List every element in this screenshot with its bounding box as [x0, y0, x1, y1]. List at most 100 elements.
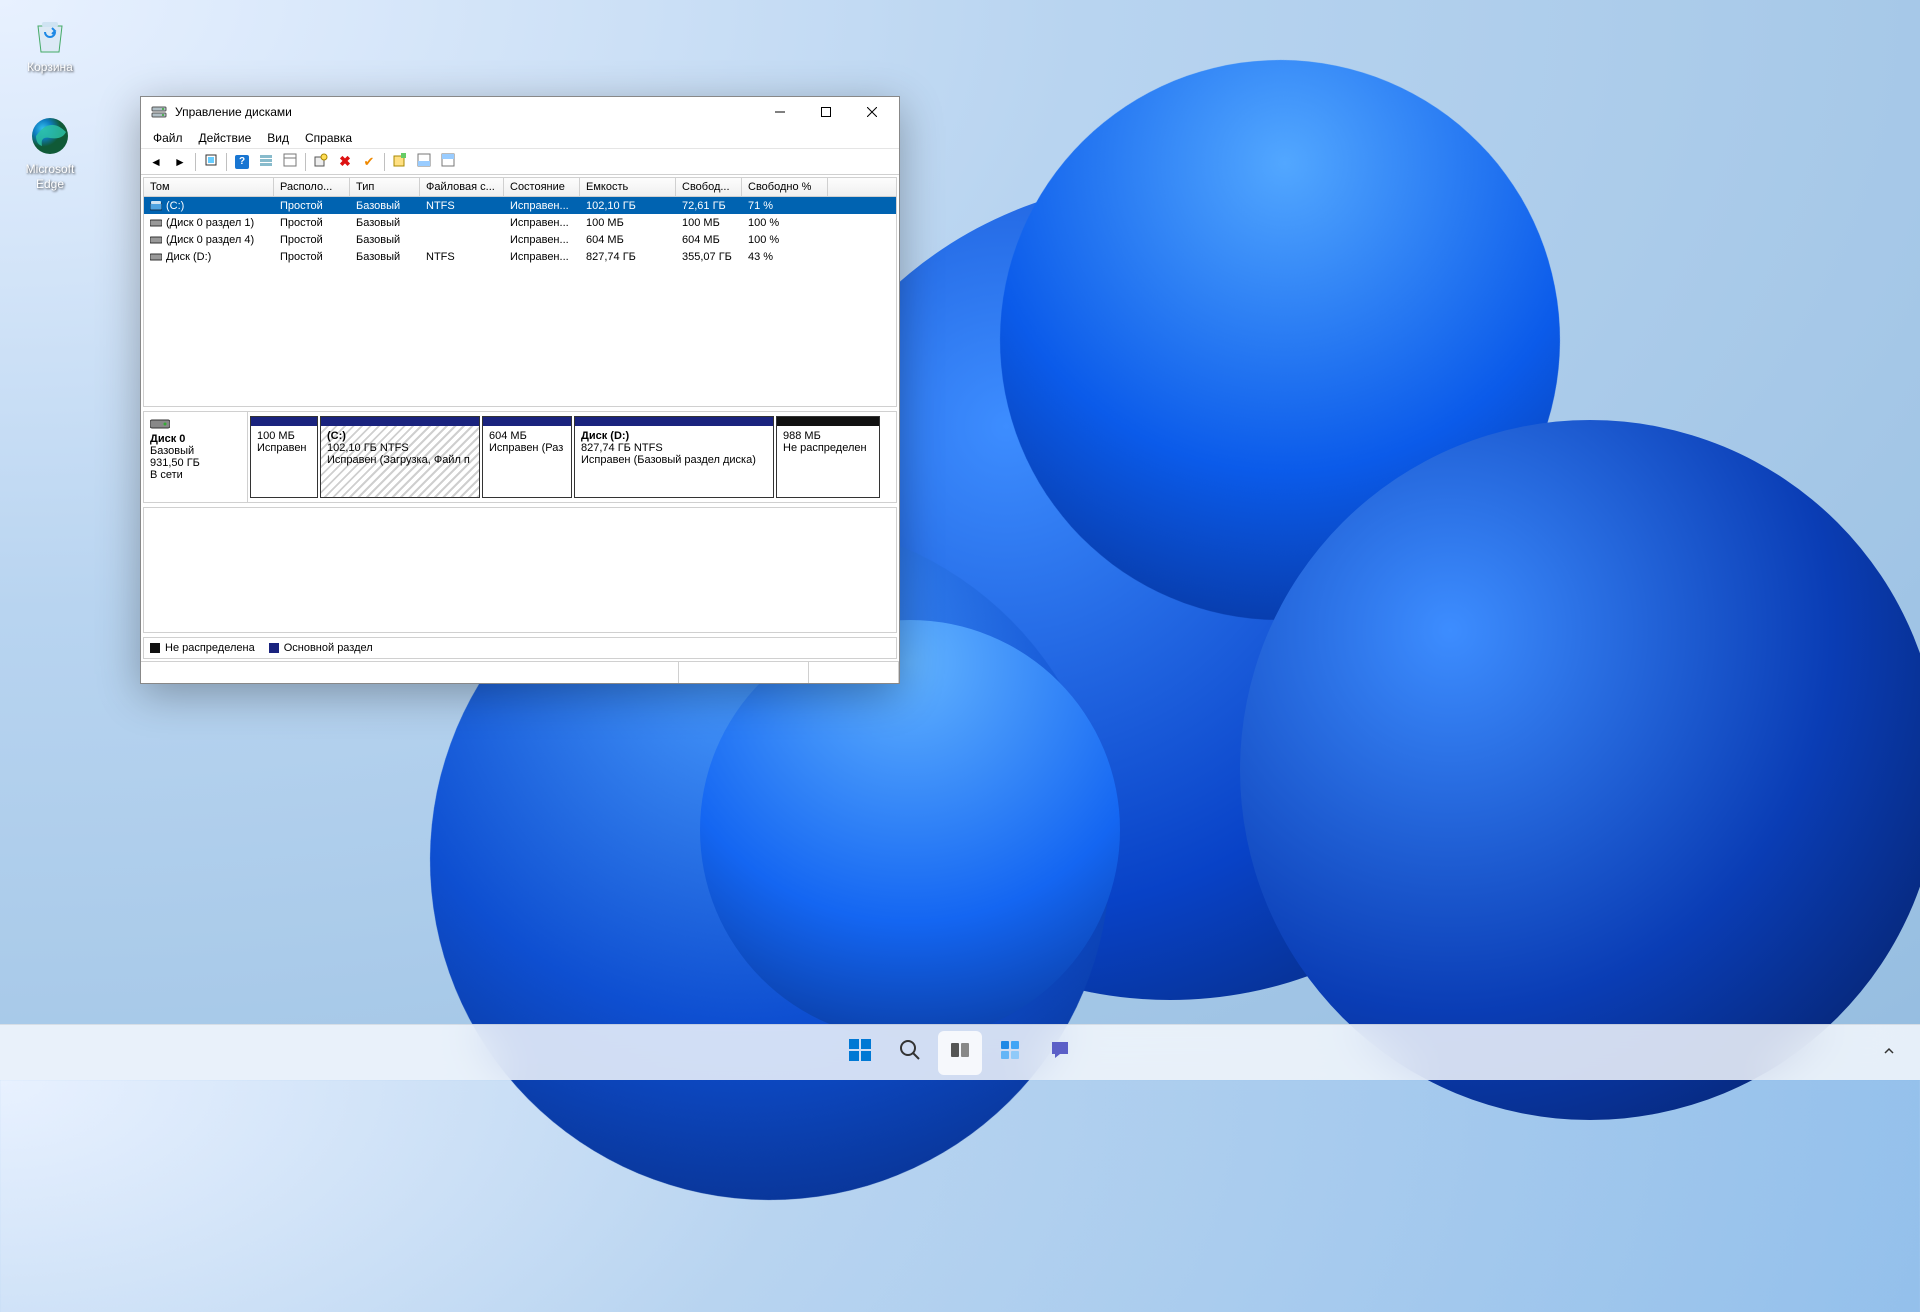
- taskbar-tray: [1872, 1036, 1906, 1070]
- disk-hdd-icon: [150, 418, 241, 433]
- check-icon: ✔: [364, 154, 375, 170]
- tray-overflow-button[interactable]: [1872, 1036, 1906, 1070]
- legend: Не распределена Основной раздел: [143, 637, 897, 659]
- windows-start-icon: [847, 1037, 873, 1068]
- toolbar-separator: [305, 153, 306, 171]
- partition-cap: [483, 417, 571, 426]
- volume-list[interactable]: Том Располо... Тип Файловая с... Состоян…: [143, 177, 897, 407]
- empty-panel: [143, 507, 897, 633]
- column-capacity[interactable]: Емкость: [580, 178, 676, 196]
- column-fs[interactable]: Файловая с...: [420, 178, 504, 196]
- partition-info: 604 МБИсправен (Раз: [483, 426, 571, 497]
- toolbar-check-button[interactable]: ✔: [358, 151, 380, 173]
- disk-size: 931,50 ГБ: [150, 457, 241, 469]
- volume-icon: [150, 252, 162, 262]
- menu-view[interactable]: Вид: [259, 129, 297, 147]
- legend-label: Не распределена: [165, 642, 255, 654]
- menu-action[interactable]: Действие: [191, 129, 260, 147]
- taskbar-start-button[interactable]: [838, 1031, 882, 1075]
- desktop-icons: Корзина Microsoft Edge: [10, 12, 90, 191]
- column-freepct[interactable]: Свободно %: [742, 178, 828, 196]
- partition-info: (C:)102,10 ГБ NTFSИсправен (Загрузка, Фа…: [321, 426, 479, 497]
- partition-info: Диск (D:)827,74 ГБ NTFSИсправен (Базовый…: [575, 426, 773, 497]
- toolbar: ◄ ► ? ✖ ✔: [141, 149, 899, 175]
- partition-cap: [575, 417, 773, 426]
- disk-name: Диск 0: [150, 433, 241, 445]
- toolbar-refresh-button[interactable]: [200, 151, 222, 173]
- chevron-up-icon: [1883, 1044, 1895, 1062]
- partition-cap: [777, 417, 879, 426]
- partition-box[interactable]: 100 МБИсправен: [250, 416, 318, 498]
- volume-icon: [150, 235, 162, 245]
- volume-list-body: (C:)ПростойБазовыйNTFSИсправен...102,10 …: [144, 197, 896, 265]
- desktop-icon-label: Microsoft Edge: [10, 162, 90, 191]
- partition-box[interactable]: 604 МБИсправен (Раз: [482, 416, 572, 498]
- task-view-icon: [948, 1038, 972, 1067]
- partition-box[interactable]: Диск (D:)827,74 ГБ NTFSИсправен (Базовый…: [574, 416, 774, 498]
- volume-row[interactable]: Диск (D:)ПростойБазовыйNTFSИсправен...82…: [144, 248, 896, 265]
- toolbar-topview-button[interactable]: [437, 151, 459, 173]
- edge-icon: [28, 114, 72, 158]
- list-icon: [259, 153, 273, 170]
- volume-row[interactable]: (Диск 0 раздел 4)ПростойБазовыйИсправен.…: [144, 231, 896, 248]
- disk-management-window: Управление дисками Файл Действие Вид Спр…: [140, 96, 900, 684]
- disk-info-panel: Диск 0 Базовый 931,50 ГБ В сети: [144, 412, 248, 502]
- desktop-icon-label: Корзина: [27, 60, 73, 74]
- partition-box[interactable]: (C:)102,10 ГБ NTFSИсправен (Загрузка, Фа…: [320, 416, 480, 498]
- taskbar-widgets-button[interactable]: [988, 1031, 1032, 1075]
- column-volume[interactable]: Том: [144, 178, 274, 196]
- volume-list-header: Том Располо... Тип Файловая с... Состоян…: [144, 178, 896, 197]
- taskbar-search-button[interactable]: [888, 1031, 932, 1075]
- top-view-icon: [441, 153, 455, 170]
- volume-row[interactable]: (Диск 0 раздел 1)ПростойБазовыйИсправен.…: [144, 214, 896, 231]
- toolbar-bottomview-button[interactable]: [413, 151, 435, 173]
- partition-cap: [321, 417, 479, 426]
- column-free[interactable]: Свобод...: [676, 178, 742, 196]
- toolbar-forward-button[interactable]: ►: [169, 151, 191, 173]
- window-minimize-button[interactable]: [757, 97, 803, 127]
- legend-unallocated: Не распределена: [150, 642, 255, 654]
- window-close-button[interactable]: [849, 97, 895, 127]
- taskbar-taskview-button[interactable]: [938, 1031, 982, 1075]
- toolbar-delete-button[interactable]: ✖: [334, 151, 356, 173]
- toolbar-separator: [226, 153, 227, 171]
- legend-label: Основной раздел: [284, 642, 373, 654]
- desktop-icon-recycle-bin[interactable]: Корзина: [10, 12, 90, 74]
- column-status[interactable]: Состояние: [504, 178, 580, 196]
- bottom-view-icon: [417, 153, 431, 170]
- toolbar-help-button[interactable]: ?: [231, 151, 253, 173]
- window-title: Управление дисками: [175, 105, 757, 119]
- arrow-left-icon: ◄: [150, 155, 162, 169]
- column-layout[interactable]: Располо...: [274, 178, 350, 196]
- toolbar-list-button[interactable]: [255, 151, 277, 173]
- partition-info: 100 МБИсправен: [251, 426, 317, 497]
- desktop-icon-edge[interactable]: Microsoft Edge: [10, 114, 90, 191]
- disk-graph[interactable]: Диск 0 Базовый 931,50 ГБ В сети 100 МБИс…: [143, 411, 897, 503]
- volume-row[interactable]: (C:)ПростойБазовыйNTFSИсправен...102,10 …: [144, 197, 896, 214]
- taskbar-chat-button[interactable]: [1038, 1031, 1082, 1075]
- window-maximize-button[interactable]: [803, 97, 849, 127]
- taskbar: [0, 1024, 1920, 1080]
- menu-help[interactable]: Справка: [297, 129, 360, 147]
- disk-partitions: 100 МБИсправен(C:)102,10 ГБ NTFSИсправен…: [248, 412, 896, 502]
- toolbar-separator: [195, 153, 196, 171]
- toolbar-properties-button[interactable]: [310, 151, 332, 173]
- menu-file[interactable]: Файл: [145, 129, 191, 147]
- legend-swatch-icon: [269, 643, 279, 653]
- menubar: Файл Действие Вид Справка: [141, 127, 899, 149]
- disk-mgmt-icon: [151, 104, 167, 120]
- volume-icon: [150, 201, 162, 211]
- arrow-right-icon: ►: [174, 155, 186, 169]
- window-titlebar[interactable]: Управление дисками: [141, 97, 899, 127]
- toolbar-newvol-button[interactable]: [389, 151, 411, 173]
- detail-icon: [283, 153, 297, 170]
- partition-box[interactable]: 988 МБНе распределен: [776, 416, 880, 498]
- toolbar-detail-button[interactable]: [279, 151, 301, 173]
- column-type[interactable]: Тип: [350, 178, 420, 196]
- legend-swatch-icon: [150, 643, 160, 653]
- toolbar-back-button[interactable]: ◄: [145, 151, 167, 173]
- partition-info: 988 МБНе распределен: [777, 426, 879, 497]
- search-icon: [898, 1038, 922, 1067]
- taskbar-center: [838, 1031, 1082, 1075]
- status-bar: [141, 661, 899, 683]
